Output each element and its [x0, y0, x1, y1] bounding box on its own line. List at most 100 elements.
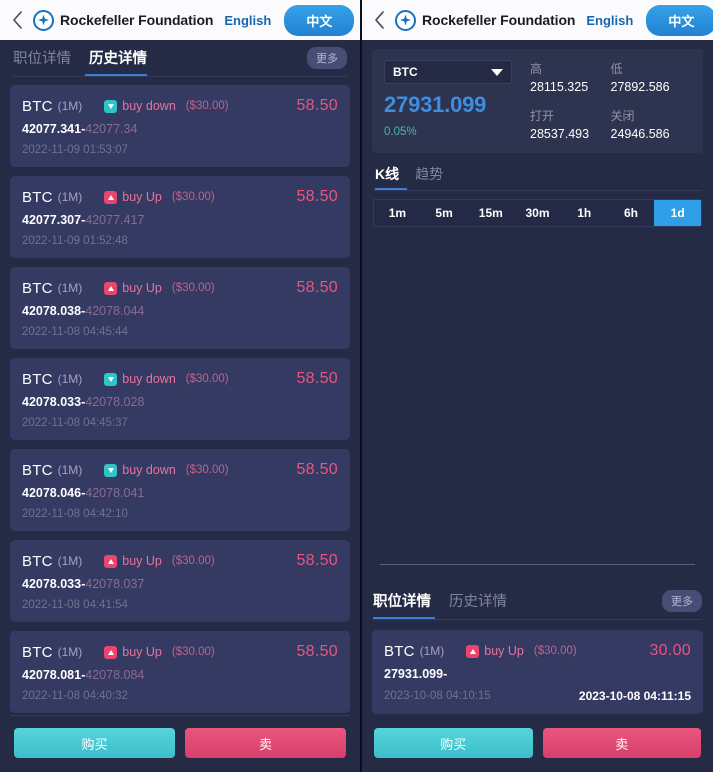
record-direction-group: buy Up ($30.00)	[104, 554, 215, 568]
interval-30m[interactable]: 30m	[514, 200, 561, 226]
record-time-row: 2022-11-08 04:45:37	[22, 417, 338, 429]
record-price-row: 42078.033-42078.037	[22, 577, 338, 591]
back-button-right[interactable]	[370, 9, 388, 31]
left-action-buttons: 购买 卖	[0, 716, 360, 772]
right-tabstrip: 职位详情 历史详情 更多	[362, 583, 713, 619]
app-screen: Rockefeller Foundation English 中文 职位详情 历…	[0, 0, 713, 772]
chevron-left-icon	[374, 11, 384, 29]
tab-kline[interactable]: K线	[375, 164, 399, 185]
record-direction-group: buy down ($30.00)	[104, 99, 229, 113]
sell-button-right[interactable]: 卖	[542, 728, 701, 758]
record-direction-label: buy Up	[122, 281, 162, 295]
record-direction-label: buy Up	[484, 644, 524, 658]
record-period: (1M)	[57, 281, 83, 295]
back-button[interactable]	[8, 9, 26, 31]
change-percent: 0.05%	[384, 126, 417, 138]
record-symbol: BTC	[22, 370, 53, 388]
quote-stat: 关闭 24946.586	[611, 107, 692, 141]
record-profit: 58.50	[296, 552, 338, 569]
record-price-row: 42077.307-42077.417	[22, 213, 338, 227]
language-english-button[interactable]: English	[224, 13, 271, 28]
record-open-time: 2022-11-08 04:42:10	[22, 508, 128, 520]
record-profit: 58.50	[296, 188, 338, 205]
position-record-list[interactable]: BTC (1M) buy Up ($30.00) 30.00 27931.099- 2023…	[362, 620, 713, 723]
record-profit: 30.00	[649, 642, 691, 659]
buy-button[interactable]: 购买	[14, 728, 175, 758]
arrow-up-icon	[104, 645, 118, 659]
tab-position-details-right[interactable]: 职位详情	[373, 590, 431, 612]
more-button-right[interactable]: 更多	[662, 590, 702, 612]
record-close-price: 42078.037	[85, 577, 145, 591]
language-chinese-button-right[interactable]: 中文	[646, 4, 713, 36]
quote-stat-label: 关闭	[610, 109, 635, 123]
record-profit: 58.50	[296, 97, 338, 114]
trade-record-card[interactable]: BTC (1M) buy Up ($30.00) 58.50 42078.038-4207…	[10, 267, 350, 349]
record-close-price: 42078.084	[85, 668, 145, 682]
record-direction-label: buy down	[122, 463, 176, 477]
record-direction-group: buy Up ($30.00)	[104, 645, 215, 659]
trade-record-card[interactable]: BTC (1M) buy Up ($30.00) 58.50 42078.081-4207…	[10, 631, 350, 713]
interval-1m[interactable]: 1m	[374, 200, 421, 226]
right-tab-active-underline	[373, 617, 435, 619]
arrow-down-icon	[104, 372, 118, 386]
trade-record-card[interactable]: BTC (1M) buy Up ($30.00) 58.50 42077.307-4207…	[10, 176, 350, 258]
arrow-up-icon	[466, 644, 480, 658]
tab-position-details[interactable]: 职位详情	[13, 47, 71, 69]
trade-record-card[interactable]: BTC (1M) buy Up ($30.00) 58.50 42078.033-4207…	[10, 540, 350, 622]
arrow-down-icon	[104, 99, 118, 113]
record-open-price: 42077.307-	[22, 213, 86, 227]
record-stake-amount: ($30.00)	[185, 373, 229, 385]
record-direction-label: buy Up	[122, 554, 162, 568]
record-period: (1M)	[57, 372, 83, 386]
record-close-price: 42078.041	[85, 486, 145, 500]
record-profit: 58.50	[296, 370, 338, 387]
record-price-row: 42078.038-42078.044	[22, 304, 338, 318]
tab-history-details[interactable]: 历史详情	[89, 47, 147, 69]
right-actions-section: 购买 卖	[362, 723, 713, 772]
record-open-time: 2022-11-09 01:53:07	[22, 144, 128, 156]
trade-record-card[interactable]: BTC (1M) buy down ($30.00) 58.50 42078.033-42…	[10, 358, 350, 440]
interval-1h[interactable]: 1h	[561, 200, 608, 226]
record-time-row: 2022-11-08 04:41:54	[22, 599, 338, 611]
interval-15m[interactable]: 15m	[467, 200, 514, 226]
interval-6h[interactable]: 6h	[608, 200, 655, 226]
record-open-time: 2022-11-08 04:45:44	[22, 326, 128, 338]
language-chinese-button[interactable]: 中文	[284, 4, 355, 36]
record-close-price: 42077.417	[85, 213, 145, 227]
symbol-select[interactable]: BTC	[384, 60, 512, 84]
trade-record-card[interactable]: BTC (1M) buy down ($30.00) 58.50 42077.341-42…	[10, 85, 350, 167]
record-direction-label: buy down	[122, 372, 176, 386]
more-button[interactable]: 更多	[307, 47, 347, 69]
interval-5m[interactable]: 5m	[421, 200, 468, 226]
tab-history-details-right[interactable]: 历史详情	[449, 590, 507, 612]
left-tabstrip: 职位详情 历史详情 更多	[0, 40, 360, 76]
interval-1d[interactable]: 1d	[654, 200, 701, 226]
trade-record-card[interactable]: BTC (1M) buy down ($30.00) 58.50 42078.046-42…	[10, 449, 350, 531]
left-actions-section: 购买 卖	[0, 715, 360, 772]
interval-selector[interactable]: 1m 5m 15m 30m 1h 6h 1d	[373, 199, 702, 227]
language-english-button-right[interactable]: English	[586, 13, 633, 28]
record-close-price: 42078.044	[85, 304, 145, 318]
record-direction-group: buy Up ($30.00)	[104, 281, 215, 295]
record-stake-amount: ($30.00)	[171, 646, 215, 658]
record-price-row: 42078.033-42078.028	[22, 395, 338, 409]
quote-stat: 打开 28537.493	[530, 107, 611, 141]
quote-stats: 高 28115.325 低 27892.586 打开 28537.493 关闭 24946.5…	[512, 60, 691, 141]
record-header-row: BTC (1M) buy Up ($30.00) 58.50	[22, 643, 338, 661]
kline-chart[interactable]	[373, 227, 702, 583]
right-action-buttons: 购买 卖	[362, 723, 713, 772]
record-open-price: 42078.038-	[22, 304, 86, 318]
current-price: 27931.099	[384, 92, 487, 117]
tab-trend[interactable]: 趋势	[415, 164, 443, 185]
record-header-row: BTC (1M) buy Up ($30.00) 58.50	[22, 279, 338, 297]
sell-button[interactable]: 卖	[185, 728, 346, 758]
buy-button-right[interactable]: 购买	[374, 728, 533, 758]
quote-stat-value: 28537.493	[530, 127, 590, 141]
quote-stat-label: 低	[610, 62, 623, 76]
trade-record-card[interactable]: BTC (1M) buy Up ($30.00) 30.00 27931.099- 2023…	[372, 630, 703, 714]
quote-stat-value: 28115.325	[530, 80, 589, 94]
record-stake-amount: ($30.00)	[171, 282, 215, 294]
record-profit: 58.50	[296, 279, 338, 296]
record-open-price: 42077.341-	[22, 122, 86, 136]
history-record-list[interactable]: BTC (1M) buy down ($30.00) 58.50 42077.341-42…	[0, 77, 360, 715]
